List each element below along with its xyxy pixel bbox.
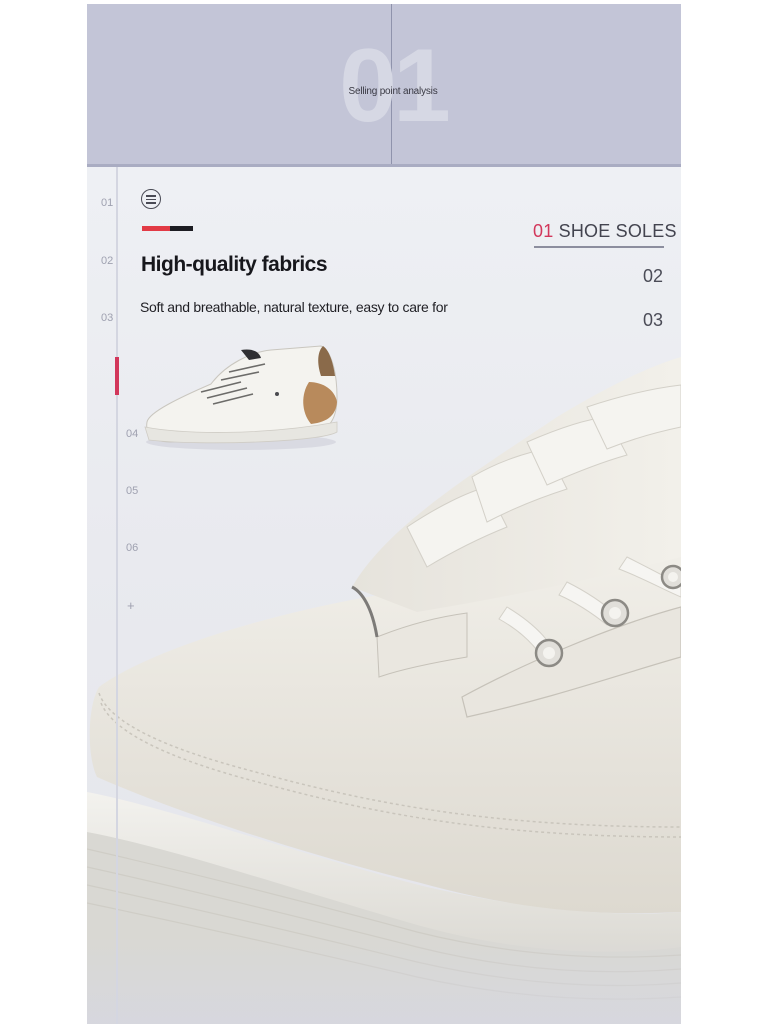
- floor-shadow: [87, 937, 681, 1024]
- timeline-item-04[interactable]: 04: [126, 428, 138, 440]
- timeline-item-06[interactable]: 06: [126, 542, 138, 554]
- tab-shoe-soles[interactable]: 01 SHOE SOLES: [533, 221, 677, 242]
- accent-bar-red: [142, 226, 170, 231]
- product-poster: 01 Selling point analysis 01 02 03 04 05…: [87, 4, 681, 1024]
- tab-03[interactable]: 03: [643, 310, 663, 331]
- feature-heading: High-quality fabrics: [141, 253, 328, 276]
- selling-point-banner: 01 Selling point analysis: [87, 4, 681, 167]
- timeline-item-01[interactable]: 01: [101, 197, 113, 209]
- tab-underline: [534, 246, 664, 248]
- accent-bar-black: [170, 226, 193, 231]
- shoe-thumbnail-image: [144, 345, 338, 450]
- shoe-closeup-image: [87, 357, 681, 1024]
- timeline-add-button[interactable]: +: [127, 598, 135, 613]
- menu-lines-icon[interactable]: [141, 189, 161, 209]
- tab-active-number: 01: [533, 221, 559, 241]
- tab-02[interactable]: 02: [643, 266, 663, 287]
- banner-subtitle: Selling point analysis: [348, 86, 438, 97]
- tab-active-label: SHOE SOLES: [558, 221, 677, 241]
- timeline-active-marker: [115, 357, 119, 395]
- timeline-item-02[interactable]: 02: [101, 255, 113, 267]
- timeline-item-03[interactable]: 03: [101, 312, 113, 324]
- feature-description: Soft and breathable, natural texture, ea…: [140, 299, 448, 315]
- feature-section: 01 02 03 04 05 06 + High-quality fabrics…: [87, 167, 681, 1024]
- timeline-rule: [116, 167, 118, 1024]
- timeline-item-05[interactable]: 05: [126, 485, 138, 497]
